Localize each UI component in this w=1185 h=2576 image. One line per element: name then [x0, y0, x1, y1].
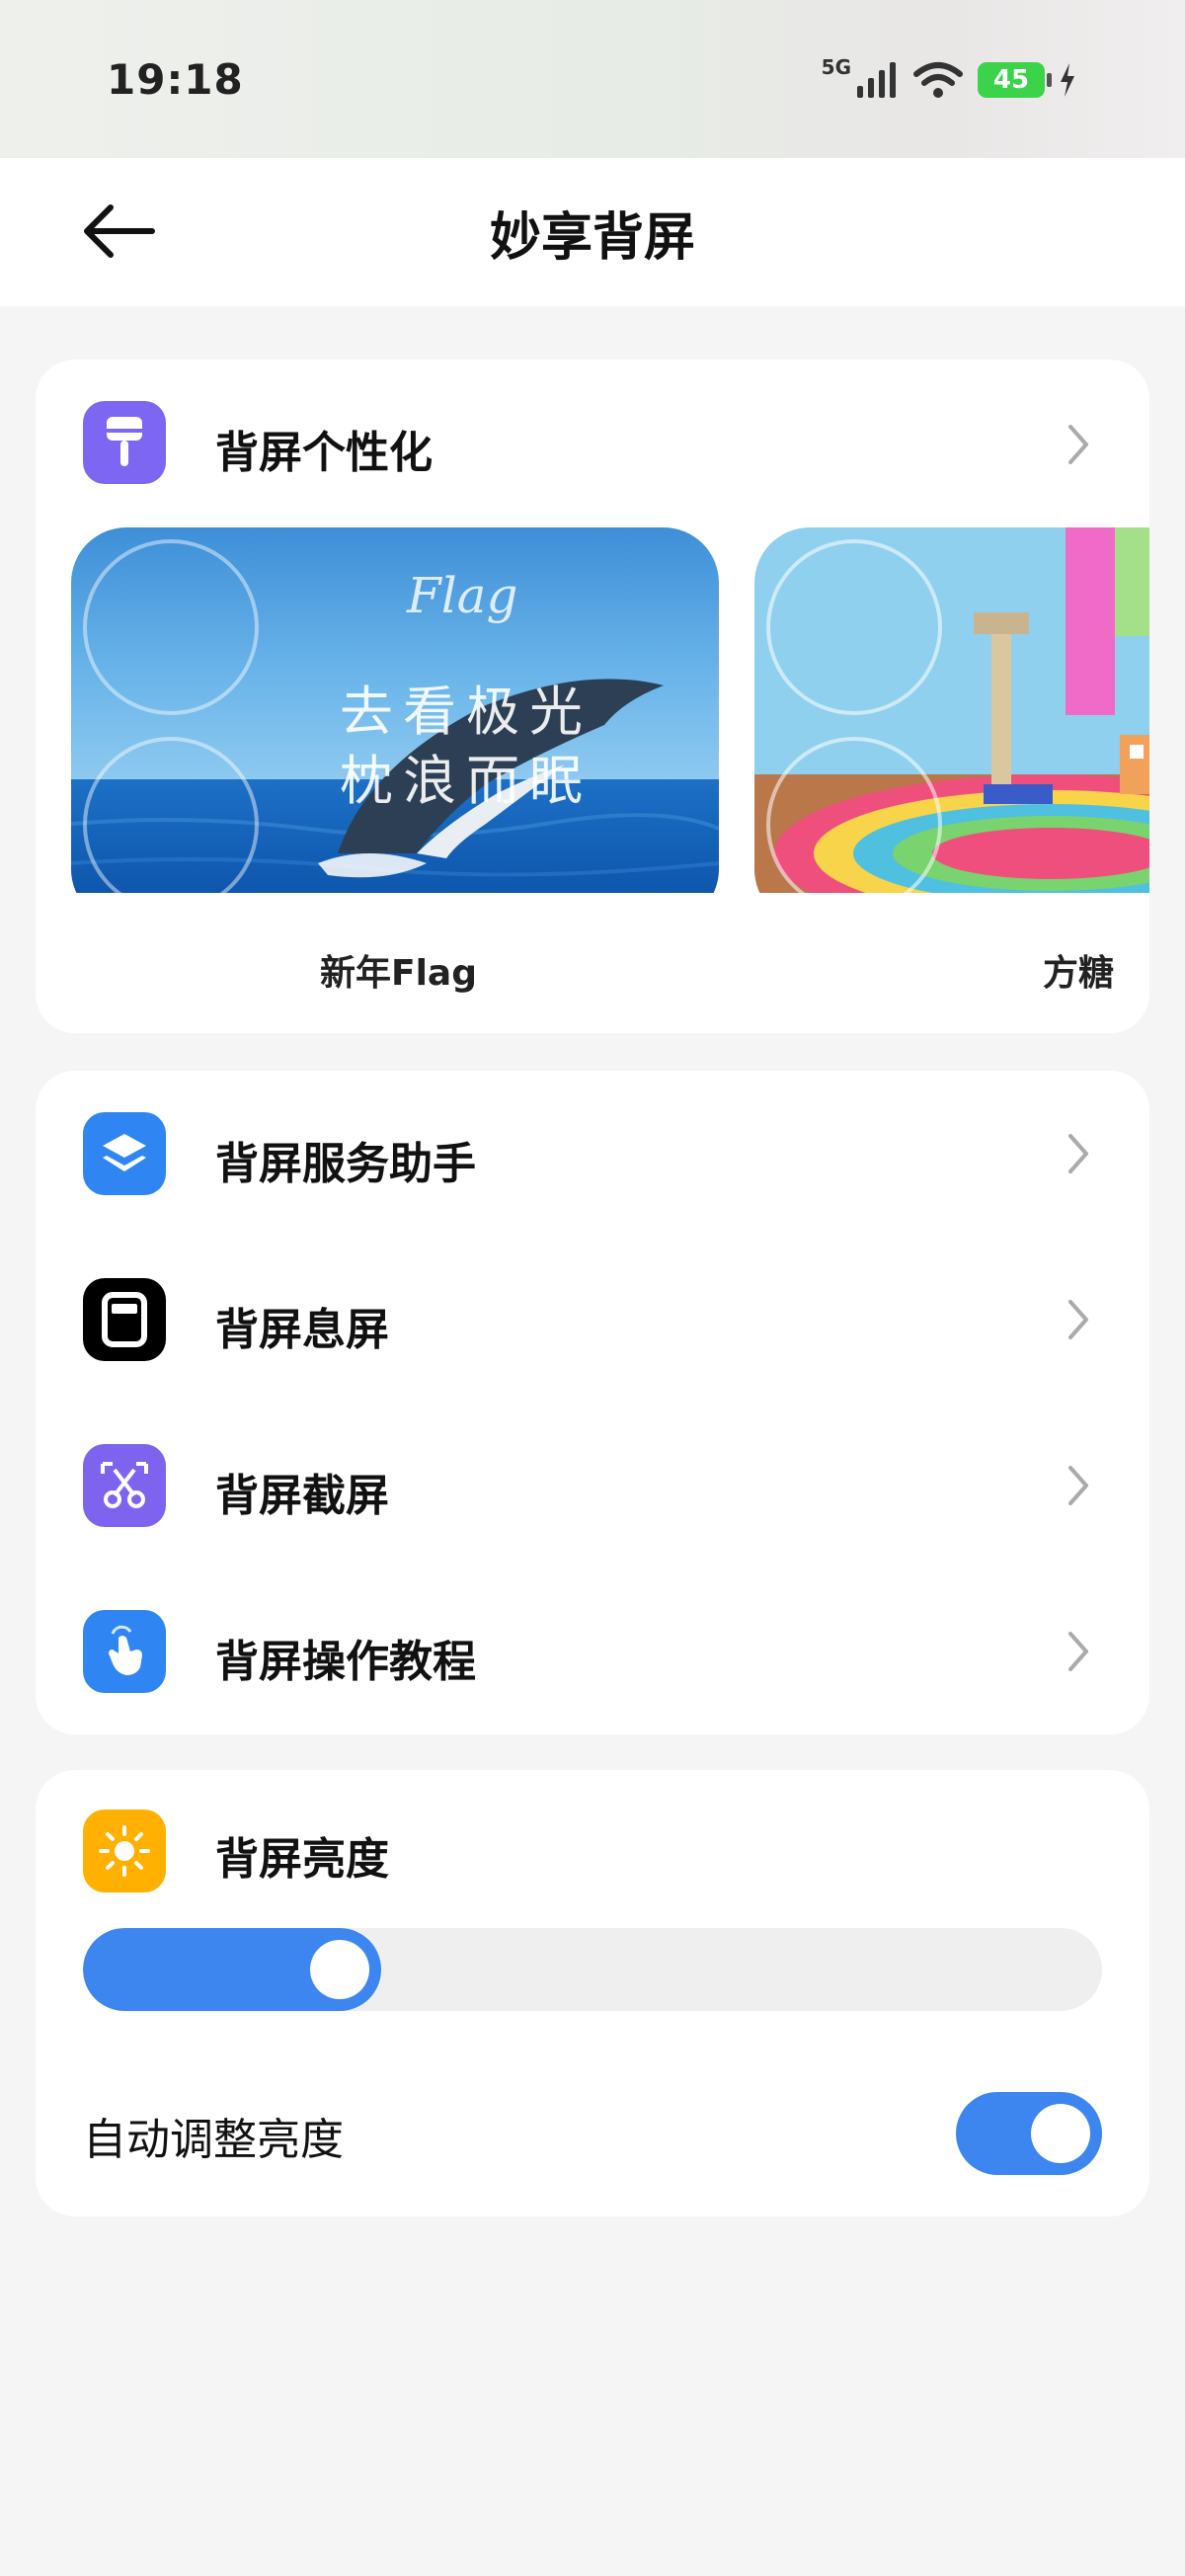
- charging-icon: [1061, 63, 1074, 97]
- battery-icon: 45: [978, 62, 1052, 98]
- chevron-right-icon: [1068, 1466, 1088, 1505]
- wallpaper-thumbnail-fangtang[interactable]: [754, 527, 1149, 893]
- screen-off-label: 背屏息屏: [215, 1305, 389, 1355]
- wallpaper-caption-fangtang: 方糖: [1043, 953, 1115, 994]
- preview-ring-top-2: [766, 539, 942, 715]
- wallpaper-carousel[interactable]: Flag 去看极光 枕浪而眠 新年Flag: [71, 527, 1149, 893]
- brightness-card: 背屏亮度 自动调整亮度: [36, 1770, 1149, 2216]
- wifi-icon: [913, 62, 963, 98]
- auto-brightness-toggle[interactable]: [956, 2092, 1102, 2175]
- chevron-right-icon: [1068, 425, 1088, 464]
- signal-icon: [857, 62, 896, 98]
- wallpaper-overlay-line2: 枕浪而眠: [340, 750, 592, 812]
- network-type-label: 5G: [821, 55, 851, 79]
- service-assistant-row[interactable]: 背屏服务助手: [36, 1071, 1149, 1237]
- personalization-label: 背屏个性化: [215, 428, 433, 478]
- hand-tap-icon: [83, 1610, 166, 1693]
- service-assistant-label: 背屏服务助手: [215, 1139, 476, 1189]
- wallpaper-overlay-line1: 去看极光: [340, 681, 592, 743]
- auto-brightness-label: 自动调整亮度: [83, 2115, 344, 2165]
- status-bar: 19:18 5G 45: [0, 0, 1185, 158]
- wallpaper-overlay-script: Flag: [407, 567, 518, 624]
- personalization-card: 背屏个性化 Flag 去看极光 枕浪而眠 新年Flag 方糖: [36, 360, 1149, 1033]
- tutorial-row[interactable]: 背屏操作教程: [36, 1569, 1149, 1734]
- wallpaper-thumbnail-new-year-flag[interactable]: Flag 去看极光 枕浪而眠: [71, 527, 719, 893]
- sun-icon: [83, 1810, 166, 1892]
- brightness-label: 背屏亮度: [215, 1834, 389, 1885]
- status-time: 19:18: [107, 55, 244, 104]
- screen-off-row[interactable]: 背屏息屏: [36, 1237, 1149, 1403]
- brightness-slider[interactable]: [83, 1928, 1102, 2011]
- chevron-right-icon: [1068, 1632, 1088, 1671]
- tutorial-label: 背屏操作教程: [215, 1637, 476, 1687]
- screenshot-label: 背屏截屏: [215, 1471, 389, 1521]
- chevron-right-icon: [1068, 1300, 1088, 1339]
- auto-brightness-row[interactable]: 自动调整亮度: [36, 2051, 1149, 2216]
- screen-off-icon: [83, 1278, 166, 1361]
- wallpaper-caption-new-year-flag: 新年Flag: [320, 953, 477, 994]
- screenshot-row[interactable]: 背屏截屏: [36, 1403, 1149, 1569]
- chevron-right-icon: [1068, 1134, 1088, 1173]
- services-card: 背屏服务助手 背屏息屏 背屏截屏 背屏操作教程: [36, 1071, 1149, 1734]
- status-icons: 5G 45: [822, 55, 1076, 105]
- scissors-icon: [83, 1444, 166, 1527]
- brightness-slider-thumb[interactable]: [310, 1940, 369, 1999]
- paint-brush-icon: [83, 401, 166, 484]
- preview-ring-top: [83, 539, 259, 715]
- page-title: 妙享背屏: [489, 208, 695, 268]
- app-header: 妙享背屏: [0, 158, 1185, 306]
- toggle-knob: [1031, 2104, 1090, 2163]
- personalization-row[interactable]: 背屏个性化: [36, 360, 1149, 527]
- brightness-header-row: 背屏亮度: [36, 1770, 1149, 1928]
- layers-icon: [83, 1112, 166, 1195]
